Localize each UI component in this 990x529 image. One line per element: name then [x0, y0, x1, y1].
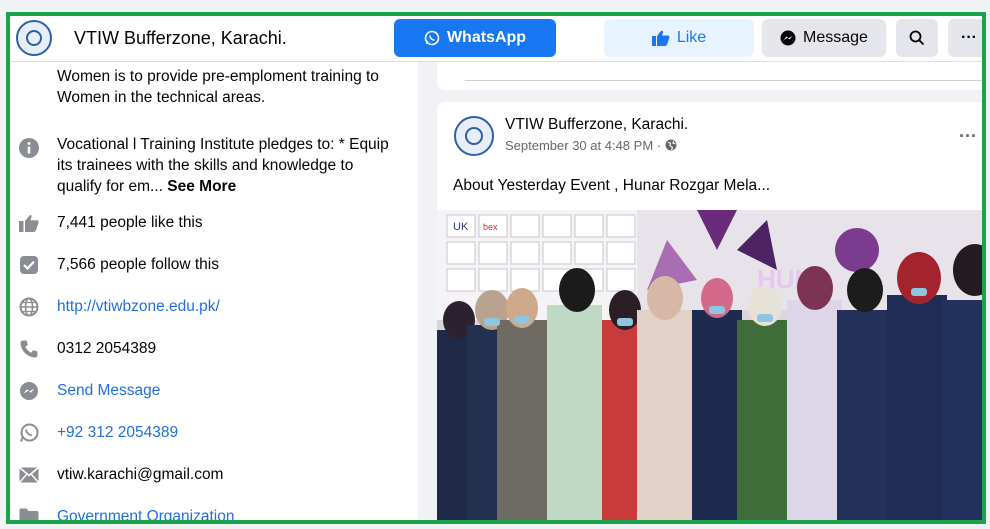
messenger-icon	[780, 30, 796, 46]
post-time-text: September 30 at 4:48 PM ·	[505, 138, 662, 153]
whatsapp-row: +92 312 2054389	[14, 420, 414, 446]
post-photo[interactable]: UK bex HUN	[437, 210, 982, 520]
more-options-button[interactable]: ···	[948, 19, 982, 57]
likes-row: 7,441 people like this	[14, 210, 414, 236]
phone-number: 0312 2054389	[57, 340, 157, 357]
email-address[interactable]: vtiw.karachi@gmail.com	[57, 466, 223, 484]
thumbs-up-icon	[651, 30, 670, 46]
pledge-text: Vocational l Training Institute pledges …	[57, 134, 397, 197]
like-button-label: Like	[676, 29, 707, 46]
signage-text: UK	[453, 221, 469, 233]
previous-post-card	[437, 62, 982, 90]
whatsapp-button-label: WhatsApp	[446, 29, 527, 46]
follow-check-icon	[18, 254, 40, 276]
post-timestamp[interactable]: September 30 at 4:48 PM ·	[505, 138, 677, 153]
category-link[interactable]: Government Organization	[57, 508, 234, 520]
feed-column: VTIW Bufferzone, Karachi. September 30 a…	[425, 62, 982, 520]
public-globe-icon	[665, 139, 677, 151]
whatsapp-number-link[interactable]: +92 312 2054389	[57, 424, 178, 442]
message-button-label: Message	[803, 29, 868, 46]
email-row: vtiw.karachi@gmail.com	[14, 462, 414, 488]
page-logo[interactable]	[16, 20, 52, 56]
whatsapp-icon	[424, 30, 440, 46]
more-options-icon: ···	[961, 29, 977, 46]
intro-description: Women is to provide pre-emploment traini…	[57, 68, 379, 106]
website-link[interactable]: http://vtiwbzone.edu.pk/	[57, 298, 220, 316]
send-message-row: Send Message	[14, 378, 414, 404]
thumbs-up-icon	[18, 212, 40, 234]
intro-card: Women is to provide pre-emploment traini…	[10, 62, 418, 520]
post-options-button[interactable]: ···	[959, 126, 977, 147]
post-card: VTIW Bufferzone, Karachi. September 30 a…	[437, 102, 982, 520]
message-button[interactable]: Message	[762, 19, 886, 57]
search-button[interactable]	[896, 19, 938, 57]
whatsapp-icon	[18, 422, 40, 444]
envelope-icon	[18, 464, 40, 486]
post-author-name[interactable]: VTIW Bufferzone, Karachi.	[505, 116, 688, 134]
whatsapp-button[interactable]: WhatsApp	[394, 19, 556, 57]
category-folder-icon	[18, 506, 40, 520]
event-group-photo: UK bex HUN	[437, 210, 982, 520]
category-row: Government Organization	[14, 504, 414, 520]
phone-row: 0312 2054389	[14, 336, 414, 362]
page-header-bar: VTIW Bufferzone, Karachi. WhatsApp Like …	[10, 16, 982, 62]
page-frame: VTIW Bufferzone, Karachi. WhatsApp Like …	[6, 12, 986, 524]
see-more-link[interactable]: See More	[167, 178, 236, 195]
intro-column: Women is to provide pre-emploment traini…	[10, 62, 425, 520]
phone-icon	[18, 338, 40, 360]
likes-count: 7,441 people like this	[57, 214, 203, 231]
send-message-link[interactable]: Send Message	[57, 382, 160, 400]
info-icon	[19, 138, 39, 158]
followers-count: 7,566 people follow this	[57, 256, 220, 273]
website-row: http://vtiwbzone.edu.pk/	[14, 294, 414, 320]
like-button[interactable]: Like	[604, 19, 754, 57]
divider	[465, 80, 982, 81]
followers-row: 7,566 people follow this	[14, 252, 414, 278]
messenger-icon	[18, 380, 40, 402]
signage-text: bex	[483, 222, 498, 232]
post-caption: About Yesterday Event , Hunar Rozgar Mel…	[453, 177, 771, 194]
globe-icon	[18, 296, 40, 318]
page-title[interactable]: VTIW Bufferzone, Karachi.	[74, 28, 287, 49]
search-icon	[909, 30, 925, 46]
post-author-avatar[interactable]	[454, 116, 494, 156]
